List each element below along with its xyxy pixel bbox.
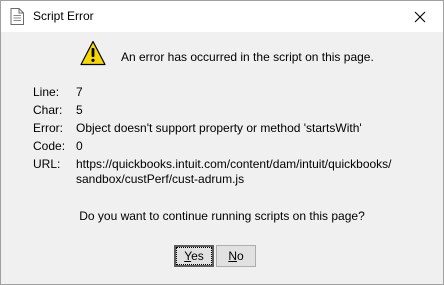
close-icon [414, 11, 426, 22]
no-mnemonic: N [228, 249, 237, 263]
yes-button-label: Yes [176, 247, 212, 265]
error-label: Error: [33, 121, 63, 135]
code-value: 0 [76, 139, 83, 153]
script-error-dialog: Script Error An error has occurred in th… [0, 0, 444, 285]
close-button[interactable] [397, 1, 443, 32]
yes-label-rest: es [191, 249, 204, 263]
error-message: An error has occurred in the script on t… [121, 50, 374, 64]
error-value: Object doesn't support property or metho… [76, 121, 362, 135]
char-label: Char: [33, 103, 63, 117]
char-value: 5 [76, 103, 83, 117]
no-button[interactable]: No [216, 245, 256, 267]
url-value-line1: https://quickbooks.intuit.com/content/da… [76, 157, 392, 171]
line-value: 7 [76, 85, 83, 99]
url-label: URL: [33, 157, 61, 171]
script-page-icon [10, 8, 24, 25]
yes-button[interactable]: Yes [174, 245, 214, 267]
no-button-label: No [228, 249, 243, 263]
dialog-body: An error has occurred in the script on t… [1, 32, 443, 284]
warning-icon [80, 40, 106, 66]
line-label: Line: [33, 85, 60, 99]
continue-question: Do you want to continue running scripts … [79, 209, 365, 223]
url-value-line2: sandbox/custPerf/cust-adrum.js [76, 172, 245, 186]
window-title: Script Error [33, 9, 94, 23]
code-label: Code: [33, 139, 66, 153]
no-label-rest: o [236, 249, 244, 263]
title-bar[interactable]: Script Error [1, 1, 443, 32]
